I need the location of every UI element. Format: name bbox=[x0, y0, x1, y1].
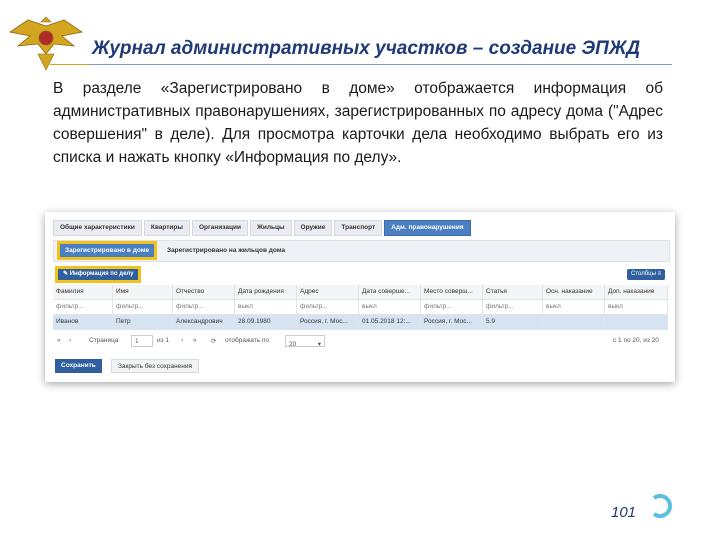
app-screenshot: Общие характеристики Квартиры Организаци… bbox=[45, 212, 675, 382]
description-text: В разделе «Зарегистрировано в доме» отоб… bbox=[53, 80, 663, 166]
title-divider bbox=[50, 64, 672, 65]
column-header-7: Статья bbox=[483, 285, 543, 299]
filter-cell-5[interactable]: выкл bbox=[359, 300, 421, 314]
first-page-icon[interactable]: « bbox=[57, 337, 61, 344]
filter-cell-2[interactable]: фильтр... bbox=[173, 300, 235, 314]
pager-summary: с 1 по 20, из 20 bbox=[613, 337, 659, 344]
next-page-icon[interactable]: › bbox=[181, 337, 183, 344]
table-cell-2: Александрович bbox=[173, 315, 235, 329]
table-cell-7: 5.9 bbox=[483, 315, 543, 329]
page-ornament-icon bbox=[652, 494, 672, 518]
show-label: отображать по bbox=[225, 337, 270, 344]
tab-admin-offenses[interactable]: Адм. правонарушения bbox=[384, 220, 471, 236]
columns-button[interactable]: Столбцы ≡ bbox=[627, 269, 666, 280]
filter-cell-7[interactable]: фильтр... bbox=[483, 300, 543, 314]
title-divider-accent bbox=[50, 64, 90, 65]
page-size-select[interactable]: 20 ▾ bbox=[285, 335, 325, 348]
page-title: Журнал административных участков – созда… bbox=[92, 38, 641, 59]
column-header-5: Дата соверше... bbox=[359, 285, 421, 299]
column-header-0: Фамилия bbox=[53, 285, 113, 299]
case-info-label: Информация по делу bbox=[69, 271, 134, 277]
subtab-registered-on-residents[interactable]: Зарегистрировано на жильцов дома bbox=[162, 244, 290, 257]
column-header-3: Дата рождения bbox=[235, 285, 297, 299]
subtab-bar: Зарегистрировано в доме Зарегистрировано… bbox=[53, 240, 670, 262]
tab-general[interactable]: Общие характеристики bbox=[53, 220, 142, 236]
column-header-9: Доп. наказание bbox=[605, 285, 668, 299]
table-header-row: Фамилия Имя Отчество Дата рождения Адрес Дата… bbox=[53, 285, 668, 300]
table-cell-5: 01.05.2018 12:... bbox=[359, 315, 421, 329]
columns-label: Столбцы bbox=[631, 271, 656, 277]
tab-transport[interactable]: Транспорт bbox=[334, 220, 383, 236]
filter-cell-1[interactable]: фильтр... bbox=[113, 300, 173, 314]
table-row[interactable]: Иванов Петр Александрович 28.09.1980 Россия,… bbox=[53, 315, 668, 330]
filter-cell-0[interactable]: фильтр... bbox=[53, 300, 113, 314]
filter-cell-3[interactable]: выкл bbox=[235, 300, 297, 314]
pagination-bar: « ‹ Страница 1 из 1 › » ⟳ отображать по … bbox=[53, 334, 668, 350]
offenses-table: Фамилия Имя Отчество Дата рождения Адрес Дата… bbox=[53, 285, 668, 330]
chevron-down-icon: ▾ bbox=[317, 341, 321, 348]
column-header-8: Осн. наказание bbox=[543, 285, 605, 299]
filter-cell-6[interactable]: фильтр... bbox=[421, 300, 483, 314]
tab-residents[interactable]: Жильцы bbox=[249, 220, 292, 236]
subtab-registered-in-house[interactable]: Зарегистрировано в доме bbox=[56, 241, 158, 260]
table-cell-9 bbox=[605, 315, 668, 329]
case-info-button[interactable]: ✎ Информация по делу bbox=[54, 266, 142, 283]
filter-cell-4[interactable]: фильтр... bbox=[297, 300, 359, 314]
page-of-label: из 1 bbox=[157, 337, 170, 344]
table-filter-row: фильтр... фильтр... фильтр... выкл фильтр...… bbox=[53, 300, 668, 315]
eagle-emblem-icon bbox=[8, 16, 84, 71]
column-header-4: Адрес bbox=[297, 285, 359, 299]
page-label: Страница bbox=[89, 337, 119, 344]
refresh-icon[interactable]: ⟳ bbox=[211, 337, 216, 345]
list-icon: ≡ bbox=[655, 271, 662, 277]
tab-weapons[interactable]: Оружие bbox=[293, 220, 333, 236]
save-button[interactable]: Сохранить bbox=[55, 359, 102, 373]
last-page-icon[interactable]: » bbox=[193, 337, 197, 344]
main-tabs: Общие характеристики Квартиры Организаци… bbox=[53, 220, 473, 236]
page-input[interactable]: 1 bbox=[131, 335, 153, 347]
table-cell-0: Иванов bbox=[53, 315, 113, 329]
table-cell-3: 28.09.1980 bbox=[235, 315, 297, 329]
filter-cell-9[interactable]: выкл bbox=[605, 300, 668, 314]
tab-organizations[interactable]: Организации bbox=[191, 220, 248, 236]
prev-page-icon[interactable]: ‹ bbox=[69, 337, 71, 344]
table-cell-1: Петр bbox=[113, 315, 173, 329]
table-cell-6: Россия, г. Мос... bbox=[421, 315, 483, 329]
filter-cell-8[interactable]: выкл bbox=[543, 300, 605, 314]
close-without-saving-button[interactable]: Закрыть без сохранения bbox=[111, 359, 200, 373]
page-size-value: 20 bbox=[289, 341, 297, 348]
table-cell-8 bbox=[543, 315, 605, 329]
table-cell-4: Россия, г. Мос... bbox=[297, 315, 359, 329]
column-header-1: Имя bbox=[113, 285, 173, 299]
tab-apartments[interactable]: Квартиры bbox=[143, 220, 190, 236]
column-header-2: Отчество bbox=[173, 285, 235, 299]
page-number: 101 bbox=[611, 504, 637, 521]
column-header-6: Место соверш... bbox=[421, 285, 483, 299]
edit-icon: ✎ bbox=[63, 271, 70, 277]
